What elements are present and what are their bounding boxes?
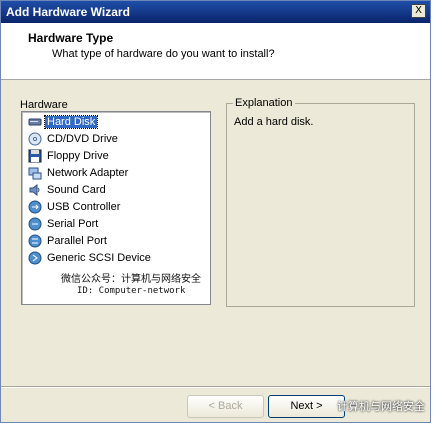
list-item-label: Generic SCSI Device	[47, 252, 151, 264]
hardware-label: Hardware	[20, 99, 68, 111]
window-title: Add Hardware Wizard	[6, 5, 130, 19]
next-button[interactable]: Next >	[268, 395, 345, 418]
floppy-icon	[28, 149, 42, 163]
list-item-scsi[interactable]: Generic SCSI Device	[28, 250, 153, 266]
wizard-window: Add Hardware Wizard X Hardware Type What…	[0, 0, 431, 423]
close-button[interactable]: X	[411, 4, 426, 18]
list-item-label: Sound Card	[47, 184, 106, 196]
list-item-cd-dvd[interactable]: CD/DVD Drive	[28, 131, 120, 147]
list-item-sound[interactable]: Sound Card	[28, 182, 108, 198]
cd-dvd-icon	[28, 132, 42, 146]
hardware-list[interactable]: Hard Disk CD/DVD Drive Floppy Drive Netw…	[21, 111, 211, 305]
close-icon: X	[415, 5, 422, 16]
explanation-label: Explanation	[233, 97, 295, 109]
list-item-label: Hard Disk	[43, 115, 99, 129]
hard-disk-icon	[28, 118, 42, 126]
list-item-serial[interactable]: Serial Port	[28, 216, 100, 232]
list-item-floppy[interactable]: Floppy Drive	[28, 148, 111, 164]
serial-port-icon	[28, 217, 42, 231]
list-item-hard-disk[interactable]: Hard Disk	[28, 114, 99, 130]
overlay-watermark: 计算机与网络安全	[337, 400, 425, 413]
usb-controller-icon	[28, 200, 42, 214]
page-subtitle: What type of hardware do you want to ins…	[52, 48, 275, 60]
wizard-content: Hardware Hard Disk CD/DVD Drive Floppy D…	[1, 80, 430, 422]
list-item-label: Floppy Drive	[47, 150, 109, 162]
list-item-network[interactable]: Network Adapter	[28, 165, 130, 181]
sound-card-icon	[29, 184, 40, 196]
explanation-text: Add a hard disk.	[234, 116, 314, 128]
footer-separator	[1, 386, 430, 388]
network-adapter-icon	[28, 167, 42, 180]
parallel-port-icon	[28, 234, 42, 248]
wizard-header: Hardware Type What type of hardware do y…	[1, 23, 430, 80]
list-item-label: Network Adapter	[47, 167, 129, 179]
watermark-id: ID: Computer-network	[77, 286, 186, 296]
back-button[interactable]: < Back	[187, 395, 264, 418]
list-item-label: Serial Port	[47, 218, 99, 230]
list-item-parallel[interactable]: Parallel Port	[28, 233, 109, 249]
page-title: Hardware Type	[28, 31, 114, 45]
watermark-wechat: 微信公众号：计算机与网络安全	[61, 274, 201, 285]
title-bar[interactable]: Add Hardware Wizard X	[1, 1, 430, 23]
list-item-label: CD/DVD Drive	[47, 133, 118, 145]
list-item-label: Parallel Port	[47, 235, 107, 247]
list-item-usb[interactable]: USB Controller	[28, 199, 122, 215]
list-item-label: USB Controller	[47, 201, 121, 213]
scsi-device-icon	[28, 251, 42, 265]
explanation-group: Explanation Add a hard disk.	[226, 97, 415, 307]
